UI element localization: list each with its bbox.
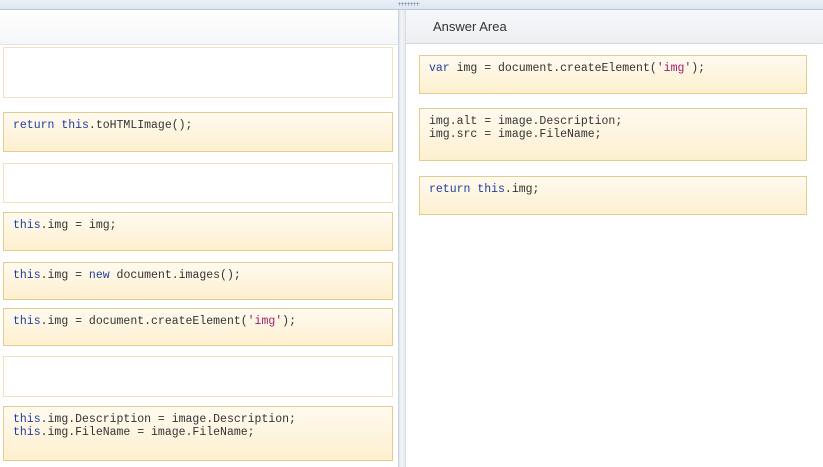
code-tile[interactable]: this.img = img; <box>3 212 393 251</box>
code-token: this <box>13 219 41 232</box>
source-pane-header <box>0 10 398 45</box>
answer-code-tile[interactable]: var img = document.createElement('img'); <box>419 55 807 94</box>
source-tile-slot <box>3 356 393 397</box>
source-tile-slot <box>3 163 393 203</box>
code-token: .img; <box>504 183 540 196</box>
code-token: this <box>13 315 41 328</box>
pane-divider[interactable] <box>398 10 406 467</box>
code-tile[interactable]: this.img = document.createElement('img')… <box>3 308 393 346</box>
code-tile[interactable]: return this.toHTMLImage(); <box>3 112 393 152</box>
code-tile[interactable]: this.img = new document.images(); <box>3 262 393 300</box>
answer-code-tile[interactable]: return this.img; <box>419 176 807 215</box>
code-token: img = document.createElement( <box>449 62 657 75</box>
source-pane: return this.toHTMLImage(); this.img = im… <box>0 10 398 467</box>
splitter-grip-icon[interactable] <box>398 2 420 6</box>
answer-area-header: Answer Area <box>406 10 823 44</box>
code-token: this <box>13 269 41 282</box>
code-token: this <box>13 426 41 439</box>
top-splitter-bar <box>0 0 823 10</box>
code-token: .img = img; <box>40 219 117 232</box>
answer-area: Answer Area var img = document.createEle… <box>406 10 823 467</box>
code-token: return this <box>429 183 505 196</box>
code-token: .img = <box>40 269 89 282</box>
code-token: 'img' <box>656 62 692 75</box>
code-token: ); <box>282 315 296 328</box>
code-token: ); <box>691 62 706 75</box>
code-token: .img = document.createElement( <box>40 315 248 328</box>
code-token: .toHTMLImage(); <box>88 119 193 132</box>
code-token: return this <box>13 119 89 132</box>
code-token: var <box>429 62 450 75</box>
code-token: document.images(); <box>109 269 241 282</box>
code-token: this <box>13 413 41 426</box>
answer-area-title: Answer Area <box>433 19 507 34</box>
code-token: .img.Description = image.Description; <box>40 413 296 426</box>
answer-code-tile[interactable]: img.alt = image.Description; img.src = i… <box>419 108 807 161</box>
code-token: .img.FileName = image.FileName; <box>40 426 255 439</box>
source-tile-slot <box>3 47 393 98</box>
code-tile[interactable]: this.img.Description = image.Description… <box>3 406 393 461</box>
code-token: img.alt = image.Description; img.src = i… <box>429 115 623 141</box>
code-token: new <box>88 269 110 282</box>
code-token: 'img' <box>247 315 283 328</box>
